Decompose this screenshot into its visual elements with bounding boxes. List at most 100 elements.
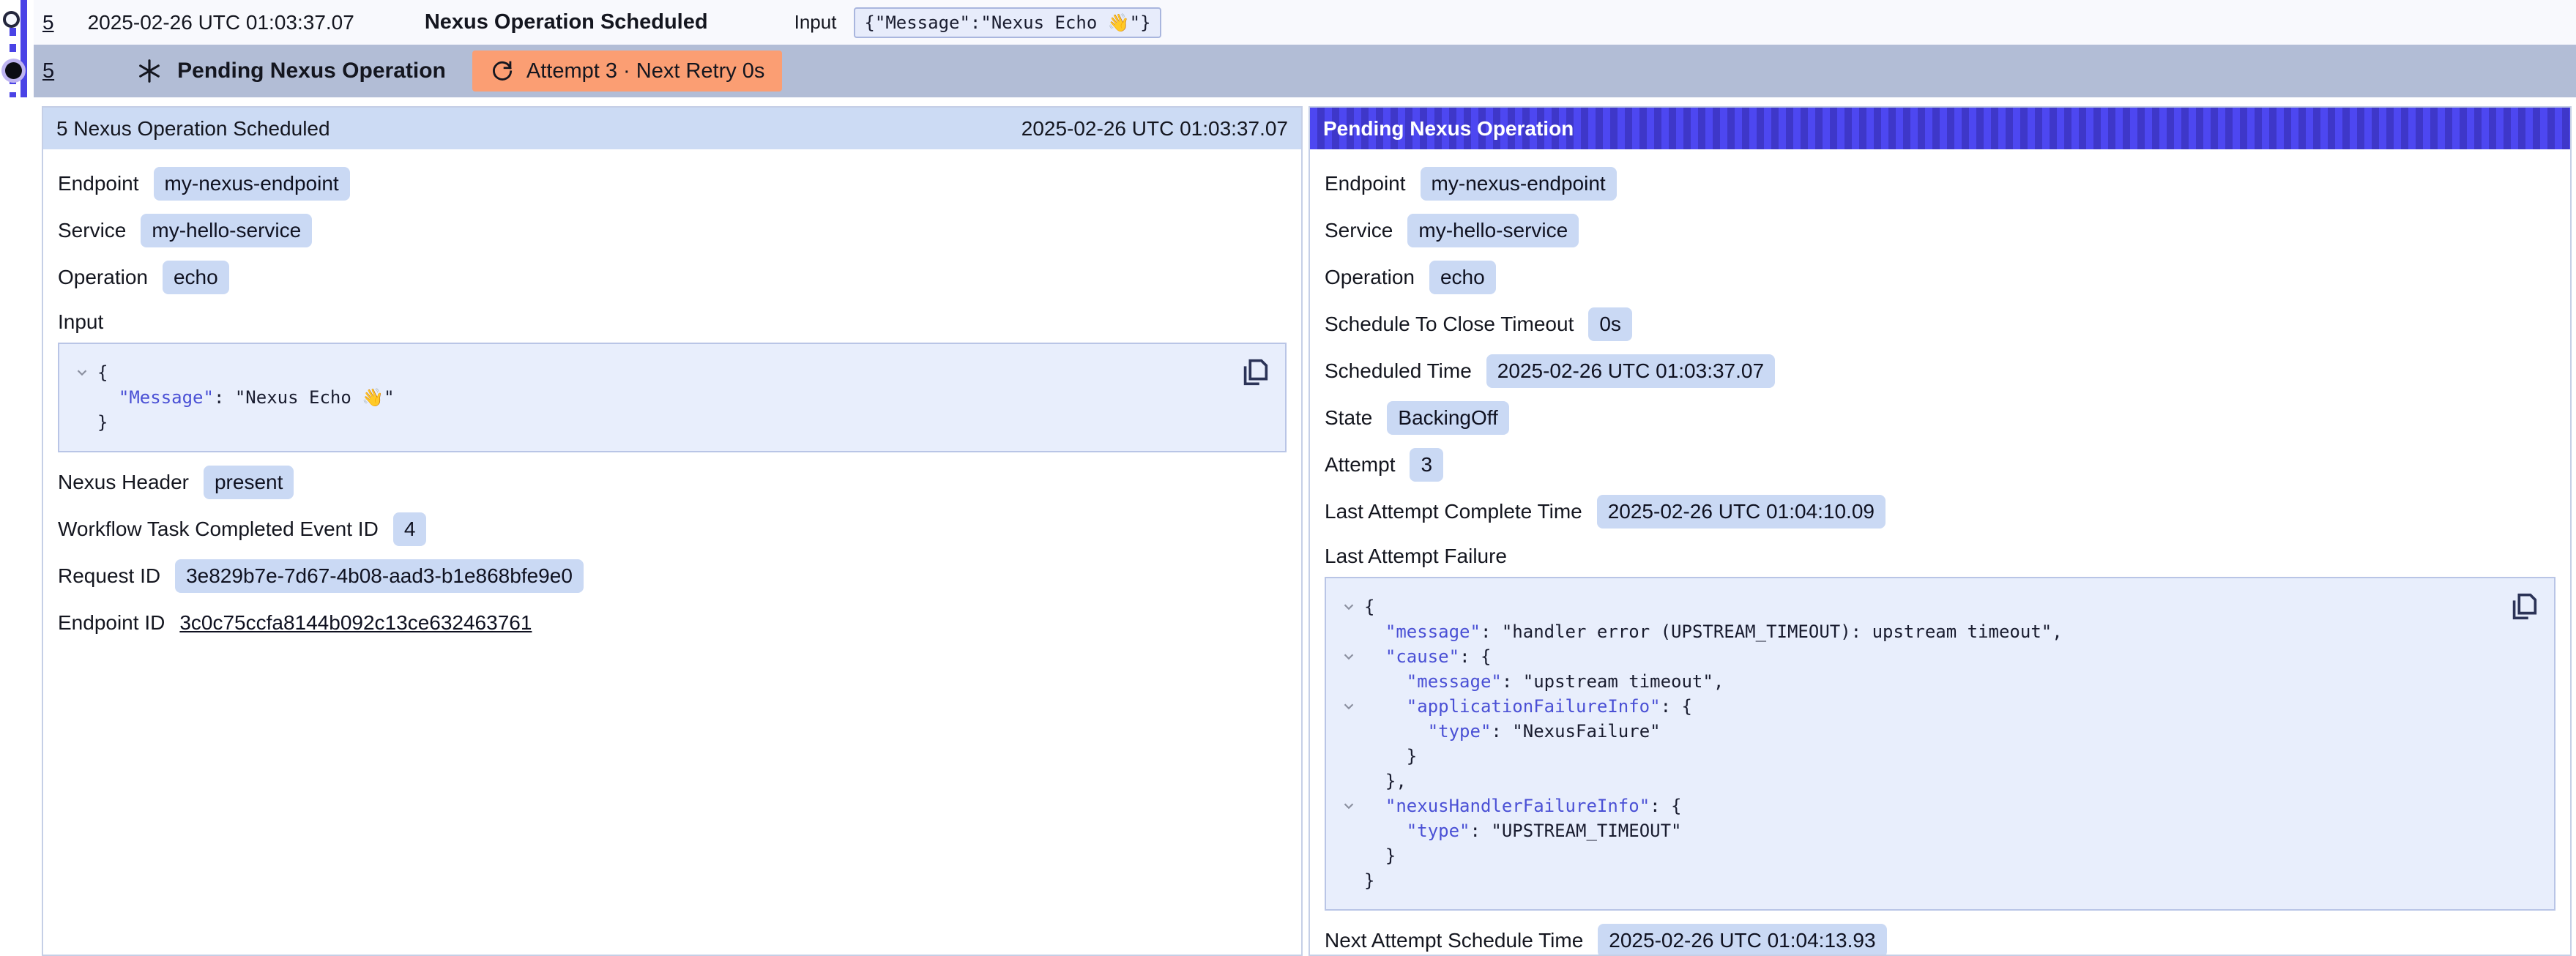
- field-workflow-task-completed-event-id: Workflow Task Completed Event ID 4: [58, 512, 1287, 546]
- field-value-badge: 3e829b7e-7d67-4b08-aad3-b1e868bfe9e0: [175, 559, 584, 593]
- field-service: Service my-hello-service: [58, 214, 1287, 247]
- field-label: Service: [58, 219, 126, 242]
- scheduled-event-panel: 5 Nexus Operation Scheduled 2025-02-26 U…: [42, 106, 1303, 956]
- retry-badge-label: Attempt 3 · Next Retry 0s: [526, 59, 765, 83]
- code-text: : "Nexus Echo 👋": [214, 385, 395, 410]
- field-value-badge: 2025-02-26 UTC 01:04:10.09: [1597, 495, 1886, 529]
- code-line: "nexusHandlerFailureInfo": {: [1333, 793, 2495, 818]
- event-row-pending[interactable]: 5 Pending Nexus Operation Attempt 3 · Ne…: [34, 45, 2576, 97]
- event-input-label: Input: [794, 11, 837, 34]
- code-indent: [1364, 669, 1407, 694]
- code-indent: [1364, 619, 1385, 644]
- field-value-badge: BackingOff: [1387, 401, 1508, 435]
- scheduled-panel-title: 5 Nexus Operation Scheduled: [56, 117, 330, 141]
- field-state: State BackingOff: [1325, 401, 2555, 435]
- copy-button[interactable]: [2507, 590, 2541, 624]
- field-label: Endpoint ID: [58, 611, 165, 635]
- collapse-chevron-icon[interactable]: [1333, 594, 1364, 619]
- event-timestamp: 2025-02-26 UTC 01:03:37.07: [88, 11, 354, 34]
- retry-badge: Attempt 3 · Next Retry 0s: [472, 51, 783, 92]
- field-label: Service: [1325, 219, 1393, 242]
- field-schedule-to-close-timeout: Schedule To Close Timeout 0s: [1325, 307, 2555, 341]
- code-line: }: [67, 410, 1226, 435]
- failure-section-label: Last Attempt Failure: [1325, 545, 2555, 568]
- collapse-chevron-icon[interactable]: [67, 360, 97, 385]
- code-indent: [1364, 644, 1385, 669]
- code-text: : "UPSTREAM_TIMEOUT": [1470, 818, 1682, 843]
- event-row-scheduled[interactable]: 5 2025-02-26 UTC 01:03:37.07 Nexus Opera…: [34, 0, 2576, 45]
- pending-panel-header: Pending Nexus Operation: [1310, 108, 2570, 149]
- pending-id-link[interactable]: 5: [42, 59, 54, 83]
- timeline-gutter: [0, 0, 34, 97]
- field-label: Scheduled Time: [1325, 359, 1472, 383]
- field-label: State: [1325, 406, 1372, 430]
- field-value-badge: echo: [1429, 261, 1496, 294]
- field-value-badge: my-hello-service: [141, 214, 312, 247]
- code-indent: [1364, 793, 1385, 818]
- code-indent: [1364, 843, 1385, 868]
- code-line: "applicationFailureInfo": {: [1333, 694, 2495, 719]
- field-value-badge: echo: [163, 261, 229, 294]
- field-label: Attempt: [1325, 453, 1395, 477]
- code-text: }: [1385, 843, 1396, 868]
- code-text: }: [1364, 868, 1374, 893]
- scheduled-panel-timestamp: 2025-02-26 UTC 01:03:37.07: [1021, 117, 1288, 141]
- field-label: Schedule To Close Timeout: [1325, 313, 1574, 336]
- pending-panel-title: Pending Nexus Operation: [1323, 117, 1574, 141]
- code-key: "message": [1385, 619, 1481, 644]
- code-line: }: [1333, 868, 2495, 893]
- retry-icon: [490, 59, 515, 83]
- copy-button[interactable]: [1238, 356, 1272, 389]
- copy-icon: [2507, 590, 2541, 624]
- code-key: "message": [1407, 669, 1502, 694]
- field-value-badge: my-nexus-endpoint: [1421, 167, 1617, 201]
- field-last-attempt-complete-time: Last Attempt Complete Time 2025-02-26 UT…: [1325, 495, 2555, 529]
- event-detail-panels: 5 Nexus Operation Scheduled 2025-02-26 U…: [42, 106, 2572, 956]
- code-line: }: [1333, 744, 2495, 769]
- field-scheduled-time: Scheduled Time 2025-02-26 UTC 01:03:37.0…: [1325, 354, 2555, 388]
- collapse-chevron-icon[interactable]: [1333, 793, 1364, 818]
- code-text: }: [97, 410, 108, 435]
- field-service: Service my-hello-service: [1325, 214, 2555, 247]
- code-key: "cause": [1385, 644, 1459, 669]
- event-input-chip: {"Message":"Nexus Echo 👋"}: [854, 7, 1161, 38]
- code-line: "type": "NexusFailure": [1333, 719, 2495, 744]
- input-section-label: Input: [58, 310, 1287, 334]
- code-line: },: [1333, 769, 2495, 793]
- field-label: Operation: [58, 266, 148, 289]
- code-key: "applicationFailureInfo": [1407, 694, 1661, 719]
- event-id-link[interactable]: 5: [42, 11, 54, 34]
- code-key: "type": [1428, 719, 1492, 744]
- code-indent: [1364, 818, 1407, 843]
- field-attempt: Attempt 3: [1325, 448, 2555, 482]
- timeline-open-circle-icon: [3, 11, 20, 28]
- pending-title: Pending Nexus Operation: [177, 59, 446, 83]
- field-value-badge: present: [204, 466, 294, 499]
- collapse-chevron-icon[interactable]: [1333, 644, 1364, 669]
- code-line: "Message": "Nexus Echo 👋": [67, 385, 1226, 410]
- code-line: "cause": {: [1333, 644, 2495, 669]
- field-label: Last Attempt Complete Time: [1325, 500, 1582, 523]
- field-label: Nexus Header: [58, 471, 189, 494]
- collapse-chevron-icon[interactable]: [1333, 694, 1364, 719]
- scheduled-panel-header: 5 Nexus Operation Scheduled 2025-02-26 U…: [43, 108, 1301, 149]
- field-nexus-header: Nexus Header present: [58, 466, 1287, 499]
- timeline-selection-bar: [21, 0, 27, 97]
- code-key: "Message": [119, 385, 214, 410]
- field-next-attempt-schedule-time: Next Attempt Schedule Time 2025-02-26 UT…: [1325, 924, 2555, 956]
- code-line: {: [1333, 594, 2495, 619]
- pending-operation-panel: Pending Nexus Operation Endpoint my-nexu…: [1309, 106, 2572, 956]
- field-operation: Operation echo: [1325, 261, 2555, 294]
- endpoint-id-link[interactable]: 3c0c75ccfa8144b092c13ce632463761: [179, 611, 532, 635]
- timeline-filled-circle-icon: [5, 62, 22, 79]
- code-text: : {: [1650, 793, 1681, 818]
- code-text: : "NexusFailure": [1491, 719, 1660, 744]
- code-indent: [1364, 769, 1385, 793]
- code-line: }: [1333, 843, 2495, 868]
- field-label: Endpoint: [1325, 172, 1406, 195]
- field-value-badge: 4: [393, 512, 427, 546]
- code-indent: [97, 385, 119, 410]
- field-label: Request ID: [58, 564, 160, 588]
- code-line: {: [67, 360, 1226, 385]
- code-text: {: [1364, 594, 1374, 619]
